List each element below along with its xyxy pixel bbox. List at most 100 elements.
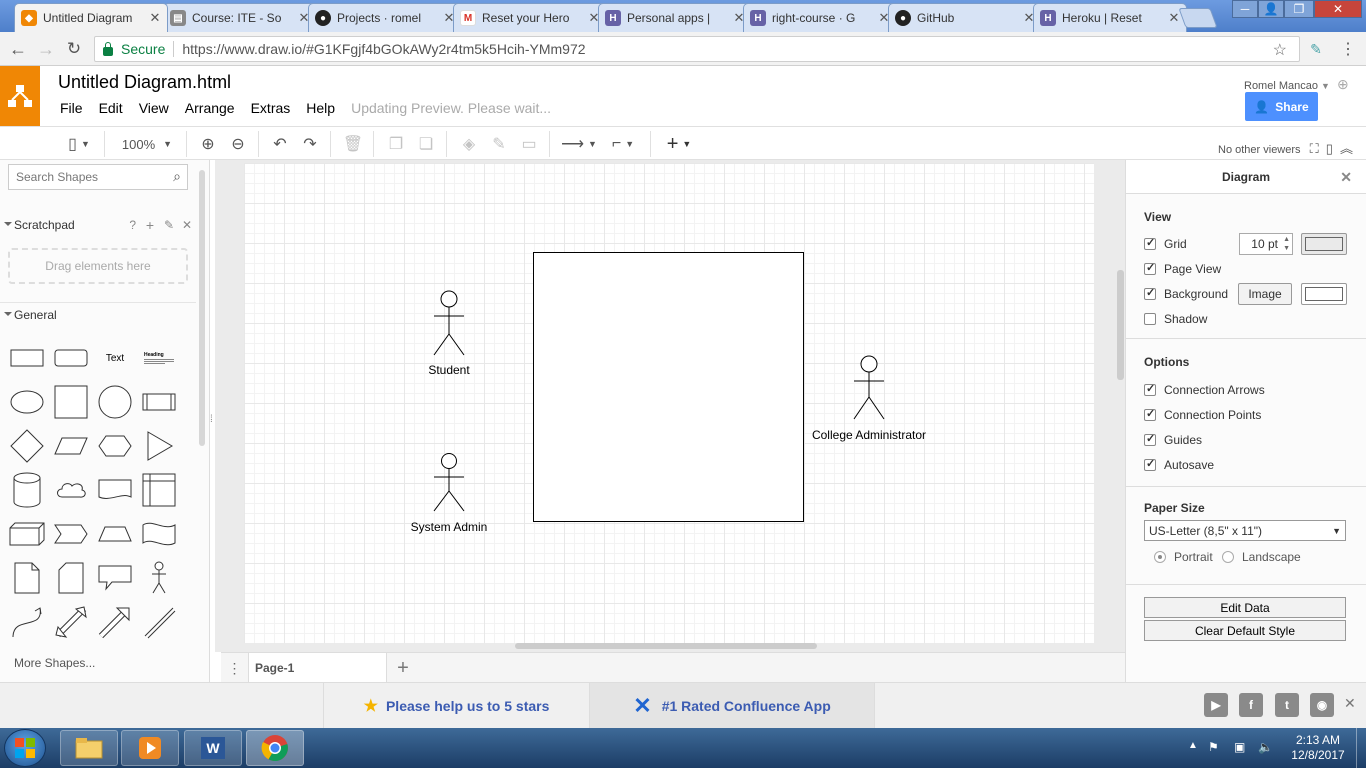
back-icon[interactable]: ← — [8, 39, 28, 59]
scratchpad-header[interactable]: Scratchpad ? + ✎ ✕ — [0, 213, 196, 237]
window-close-button[interactable]: ✕ — [1314, 0, 1362, 18]
delete-icon[interactable]: 🗑 — [343, 134, 363, 154]
shadow-checkbox[interactable]: Shadow — [1144, 312, 1207, 326]
college-administrator-actor[interactable] — [853, 355, 885, 421]
canvas-horizontal-scrollbar[interactable] — [515, 643, 817, 649]
checkbox-checked[interactable] — [1144, 261, 1156, 275]
show-desktop-button[interactable] — [1356, 728, 1366, 768]
network-icon[interactable]: ▣ — [1234, 740, 1245, 754]
browser-tab-heroku-course[interactable]: H right-course · G ✕ — [743, 3, 897, 32]
checkbox-checked[interactable] — [1144, 236, 1156, 250]
checkbox-checked[interactable] — [1144, 382, 1156, 396]
rounded-rectangle-shape[interactable] — [49, 336, 93, 380]
insert-icon[interactable]: + ▼ — [662, 133, 696, 155]
browser-tab-gmail[interactable]: M Reset your Hero ✕ — [453, 3, 607, 32]
close-icon[interactable]: ✕ — [182, 218, 192, 232]
sidebar-scrollbar[interactable] — [199, 170, 205, 446]
autosave-checkbox[interactable]: Autosave — [1144, 457, 1214, 472]
menu-view[interactable]: View — [139, 100, 169, 116]
redo-icon[interactable]: ↷ — [300, 134, 320, 154]
menu-extras[interactable]: Extras — [251, 100, 291, 116]
browser-tab-heroku-personal[interactable]: H Personal apps | ✕ — [598, 3, 752, 32]
landscape-radio[interactable]: Landscape — [1222, 550, 1301, 564]
student-label[interactable]: Student — [428, 363, 469, 377]
drawio-logo[interactable] — [0, 66, 40, 126]
user-profile-button[interactable]: 👤 — [1258, 0, 1284, 18]
forward-icon[interactable]: → — [36, 39, 56, 59]
to-front-icon[interactable]: ❐ — [386, 134, 406, 154]
tape-shape[interactable] — [137, 512, 181, 556]
circle-shape[interactable] — [93, 380, 137, 424]
github-icon[interactable]: ◉ — [1310, 693, 1334, 717]
textbox-shape[interactable]: Heading — [137, 336, 181, 380]
arrow-shape[interactable] — [93, 600, 137, 644]
document-title[interactable]: Untitled Diagram.html — [58, 72, 231, 93]
portrait-radio[interactable]: Portrait — [1154, 550, 1213, 564]
square-shape[interactable] — [49, 380, 93, 424]
background-color-swatch[interactable] — [1301, 283, 1347, 305]
guides-checkbox[interactable]: Guides — [1144, 432, 1202, 447]
add-icon[interactable]: + — [146, 217, 154, 233]
zoom-dropdown[interactable]: 100% ▼ — [118, 134, 176, 154]
menu-arrange[interactable]: Arrange — [185, 100, 235, 116]
help-icon[interactable]: ? — [129, 218, 136, 232]
flag-icon[interactable]: ⚑ — [1208, 740, 1219, 754]
system-admin-actor[interactable] — [433, 453, 465, 513]
curve-shape[interactable] — [5, 600, 49, 644]
youtube-icon[interactable]: ▶ — [1204, 693, 1228, 717]
connection-arrows-checkbox[interactable]: Connection Arrows — [1144, 382, 1265, 397]
format-panel-scrollbar[interactable] — [1118, 270, 1124, 380]
edit-data-button[interactable]: Edit Data — [1144, 597, 1346, 618]
format-panel-icon[interactable]: ▯ — [1326, 141, 1333, 156]
text-shape[interactable]: Text — [93, 336, 137, 380]
grid-checkbox[interactable]: Grid — [1144, 236, 1187, 251]
restore-button[interactable]: ❐ — [1284, 0, 1314, 18]
system-boundary-rectangle[interactable] — [533, 252, 804, 522]
triangle-shape[interactable] — [137, 424, 181, 468]
collapse-icon[interactable]: ︽ — [1340, 141, 1353, 156]
cylinder-shape[interactable] — [5, 468, 49, 512]
extension-icon[interactable]: ✎ — [1306, 39, 1326, 59]
spinner-icon[interactable]: ▲ ▼ — [1283, 235, 1290, 253]
url-field[interactable]: Secure https://www.draw.io/#G1KFgjf4bGOk… — [94, 36, 1300, 62]
volume-icon[interactable]: 🔈 — [1258, 740, 1273, 754]
to-back-icon[interactable]: ❏ — [416, 134, 436, 154]
internal-storage-shape[interactable] — [137, 468, 181, 512]
rectangle-shape[interactable] — [5, 336, 49, 380]
diagram-canvas[interactable]: Student System Admin College Administrat… — [215, 160, 1125, 652]
close-icon[interactable]: ✕ — [1340, 169, 1352, 186]
checkbox-checked[interactable] — [1144, 432, 1156, 446]
connection-style-icon[interactable]: ⟶ ▼ — [561, 134, 597, 154]
card-shape[interactable] — [49, 556, 93, 600]
edit-icon[interactable]: ✎ — [164, 218, 174, 232]
confluence-app-link[interactable]: ✕ #1 Rated Confluence App — [590, 683, 875, 729]
scratchpad-drop-area[interactable]: Drag elements here — [8, 248, 188, 284]
minimize-button[interactable]: ─ — [1232, 0, 1258, 18]
new-tab-button[interactable] — [1178, 8, 1218, 28]
menu-help[interactable]: Help — [306, 100, 335, 116]
radio-unselected[interactable] — [1222, 551, 1234, 563]
actor-shape[interactable] — [137, 556, 181, 600]
checkbox-checked[interactable] — [1144, 407, 1156, 421]
student-actor[interactable] — [433, 290, 465, 358]
format-panel-toggle-icon[interactable]: ▯ ▼ — [62, 134, 96, 154]
tab-page-1[interactable]: Page-1 — [249, 653, 387, 683]
step-shape[interactable] — [49, 512, 93, 556]
paper-size-select[interactable]: US-Letter (8,5" x 11") ▼ — [1144, 520, 1346, 541]
note-shape[interactable] — [5, 556, 49, 600]
parallelogram-shape[interactable] — [49, 424, 93, 468]
diagram-page[interactable]: Student System Admin College Administrat… — [244, 163, 1094, 643]
reload-icon[interactable]: ↻ — [64, 39, 84, 59]
more-shapes-link[interactable]: More Shapes... — [14, 656, 95, 670]
file-explorer-taskbar-button[interactable] — [60, 730, 118, 766]
grid-size-input[interactable]: 10 pt ▲ ▼ — [1239, 233, 1293, 255]
close-icon[interactable]: ✕ — [1168, 10, 1180, 26]
share-button[interactable]: 👤 Share — [1245, 92, 1318, 121]
system-clock[interactable]: 2:13 AM 12/8/2017 — [1290, 733, 1346, 763]
cloud-shape[interactable] — [49, 468, 93, 512]
search-icon[interactable]: ⌕ — [173, 168, 181, 185]
shadow-icon[interactable]: ▭ — [519, 134, 539, 154]
background-checkbox[interactable]: Background — [1144, 286, 1228, 301]
pages-menu-icon[interactable]: ⋮ — [221, 653, 249, 683]
bidirectional-arrow-shape[interactable] — [49, 600, 93, 644]
